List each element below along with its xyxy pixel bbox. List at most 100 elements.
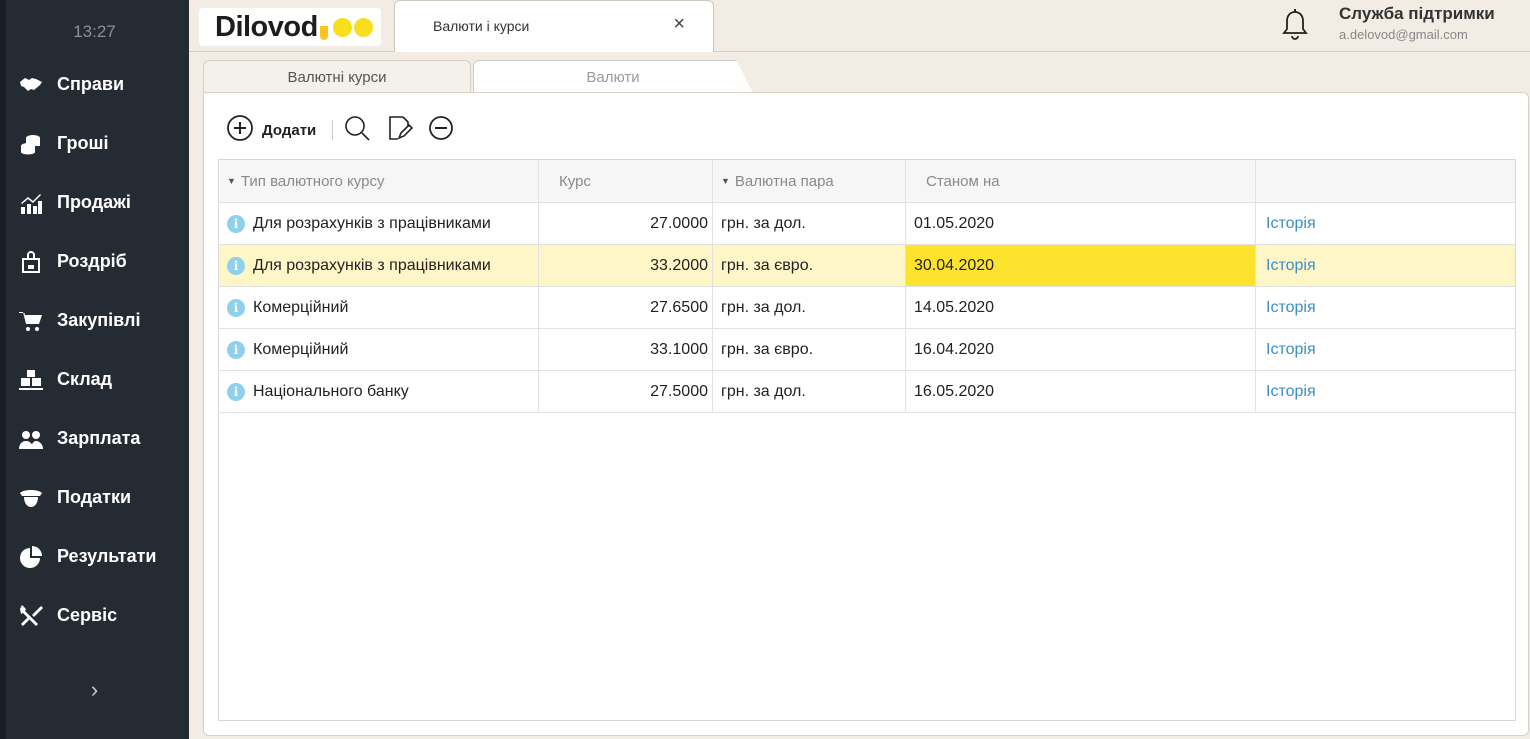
history-link[interactable]: Історія bbox=[1266, 299, 1316, 317]
sidebar-item-results[interactable]: Результати bbox=[0, 527, 189, 586]
cell-type: i Для розрахунків з працівниками bbox=[219, 245, 539, 286]
cell-date: 14.05.2020 bbox=[906, 287, 1256, 328]
edit-button[interactable] bbox=[385, 114, 414, 147]
cell-type: i Комерційний bbox=[219, 287, 539, 328]
bell-icon[interactable] bbox=[1279, 8, 1311, 42]
cell-date: 01.05.2020 bbox=[906, 203, 1256, 244]
support-info[interactable]: Служба підтримки a.delovod@gmail.com bbox=[1339, 4, 1495, 42]
rates-card: Додати ▼ Тип валютного курсу Курс ▼ Валю… bbox=[203, 92, 1529, 736]
search-button[interactable] bbox=[343, 114, 371, 147]
toolbar: Додати bbox=[226, 113, 469, 147]
column-header-rate[interactable]: Курс bbox=[539, 160, 713, 202]
sort-down-icon: ▼ bbox=[227, 176, 236, 186]
table-row[interactable]: i Комерційний 33.1000 грн. за євро. 16.04… bbox=[219, 329, 1515, 371]
sidebar-item-sales[interactable]: Продажі bbox=[0, 173, 189, 232]
edit-document-icon bbox=[385, 114, 414, 147]
tab-currencies[interactable]: Валюти bbox=[473, 60, 753, 93]
cell-action: Історія bbox=[1256, 203, 1515, 244]
sidebar-item-label: Закупівлі bbox=[57, 310, 141, 330]
top-bar: Dilovod Валюти і курси × Служба підтримк… bbox=[189, 0, 1530, 52]
sidebar-item-service[interactable]: Сервіс bbox=[0, 586, 189, 645]
history-link[interactable]: Історія bbox=[1266, 215, 1316, 233]
cell-pair: грн. за євро. bbox=[713, 329, 906, 370]
cell-rate: 27.0000 bbox=[539, 203, 713, 244]
minus-circle-icon bbox=[427, 114, 455, 147]
support-title: Служба підтримки bbox=[1339, 4, 1495, 23]
table-row[interactable]: i Комерційний 27.6500 грн. за дол. 14.05.… bbox=[219, 287, 1515, 329]
cell-date: 16.04.2020 bbox=[906, 329, 1256, 370]
table-header: ▼ Тип валютного курсу Курс ▼ Валютна пар… bbox=[219, 160, 1515, 203]
sidebar-item-money[interactable]: Гроші bbox=[0, 114, 189, 173]
expand-sidebar-button[interactable]: › bbox=[0, 677, 189, 703]
cell-type: i Для розрахунків з працівниками bbox=[219, 203, 539, 244]
sort-down-icon: ▼ bbox=[721, 176, 730, 186]
sidebar-nav: Справи Гроші Продажі Роздріб Закупівлі С… bbox=[0, 55, 189, 645]
logo-text: Dilovod bbox=[215, 10, 318, 43]
sales-chart-icon bbox=[17, 189, 45, 217]
cell-action: Історія bbox=[1256, 329, 1515, 370]
cell-rate: 27.6500 bbox=[539, 287, 713, 328]
table-row-selected[interactable]: i Для розрахунків з працівниками 33.2000 … bbox=[219, 245, 1515, 287]
column-header-label: Станом на bbox=[926, 172, 1000, 190]
people-icon bbox=[17, 425, 45, 453]
sidebar-item-label: Склад bbox=[57, 369, 113, 389]
info-icon[interactable]: i bbox=[227, 340, 245, 359]
handshake-icon bbox=[17, 71, 45, 99]
sidebar-item-label: Сервіс bbox=[57, 605, 118, 625]
history-link[interactable]: Історія bbox=[1266, 257, 1316, 275]
rates-table: ▼ Тип валютного курсу Курс ▼ Валютна пар… bbox=[218, 159, 1516, 721]
column-header-actions bbox=[1256, 160, 1515, 202]
clock: 13:27 bbox=[73, 22, 116, 41]
cell-action: Історія bbox=[1256, 371, 1515, 412]
cell-pair: грн. за дол. bbox=[713, 203, 906, 244]
document-tab[interactable]: Валюти і курси × bbox=[394, 0, 714, 52]
cell-rate: 27.5000 bbox=[539, 371, 713, 412]
sidebar-item-label: Результати bbox=[57, 546, 157, 566]
sidebar-item-warehouse[interactable]: Склад bbox=[0, 350, 189, 409]
toolbar-divider bbox=[332, 120, 334, 140]
cell-pair: грн. за євро. bbox=[713, 245, 906, 286]
add-button[interactable]: Додати bbox=[226, 114, 316, 147]
column-header-pair[interactable]: ▼ Валютна пара bbox=[713, 160, 906, 202]
sidebar-item-label: Зарплата bbox=[57, 428, 141, 448]
delete-button[interactable] bbox=[427, 114, 455, 147]
column-header-type[interactable]: ▼ Тип валютного курсу bbox=[219, 160, 539, 202]
info-icon[interactable]: i bbox=[227, 382, 245, 401]
column-header-label: Валютна пара bbox=[734, 172, 834, 190]
table-row[interactable]: i Національного банку 27.5000 грн. за дол… bbox=[219, 371, 1515, 413]
cell-action: Історія bbox=[1256, 287, 1515, 328]
search-icon bbox=[343, 114, 371, 147]
history-link[interactable]: Історія bbox=[1266, 341, 1316, 359]
cell-pair: грн. за дол. bbox=[713, 371, 906, 412]
column-header-date[interactable]: Станом на bbox=[906, 160, 1256, 202]
cell-rate: 33.2000 bbox=[539, 245, 713, 286]
cell-action: Історія bbox=[1256, 245, 1515, 286]
coins-icon bbox=[17, 130, 45, 158]
info-icon[interactable]: i bbox=[227, 298, 245, 317]
plus-circle-icon bbox=[226, 114, 254, 147]
add-button-label: Додати bbox=[262, 121, 317, 139]
sidebar-item-affairs[interactable]: Справи bbox=[0, 55, 189, 114]
sidebar-item-taxes[interactable]: Податки bbox=[0, 468, 189, 527]
cart-icon bbox=[17, 307, 45, 335]
info-icon[interactable]: i bbox=[227, 214, 245, 233]
sidebar-item-label: Гроші bbox=[57, 133, 109, 153]
history-link[interactable]: Історія bbox=[1266, 383, 1316, 401]
tab-currency-rates[interactable]: Валютні курси bbox=[203, 60, 471, 93]
cell-date-focused[interactable]: 30.04.2020 bbox=[906, 245, 1256, 286]
sidebar-item-label: Справи bbox=[57, 74, 125, 94]
info-icon[interactable]: i bbox=[227, 256, 245, 275]
tools-icon bbox=[17, 602, 45, 630]
table-row[interactable]: i Для розрахунків з працівниками 27.0000 … bbox=[219, 203, 1515, 245]
sidebar-item-purchases[interactable]: Закупівлі bbox=[0, 291, 189, 350]
boxes-icon bbox=[17, 366, 45, 394]
cell-pair: грн. за дол. bbox=[713, 287, 906, 328]
logo-mark bbox=[319, 14, 373, 40]
sidebar-item-retail[interactable]: Роздріб bbox=[0, 232, 189, 291]
close-tab-button[interactable]: × bbox=[673, 13, 685, 36]
document-tab-label: Валюти і курси bbox=[433, 18, 530, 34]
sidebar-item-label: Роздріб bbox=[57, 251, 127, 271]
logo[interactable]: Dilovod bbox=[199, 8, 381, 46]
column-header-label: Тип валютного курсу bbox=[240, 172, 385, 190]
sidebar-item-salary[interactable]: Зарплата bbox=[0, 409, 189, 468]
